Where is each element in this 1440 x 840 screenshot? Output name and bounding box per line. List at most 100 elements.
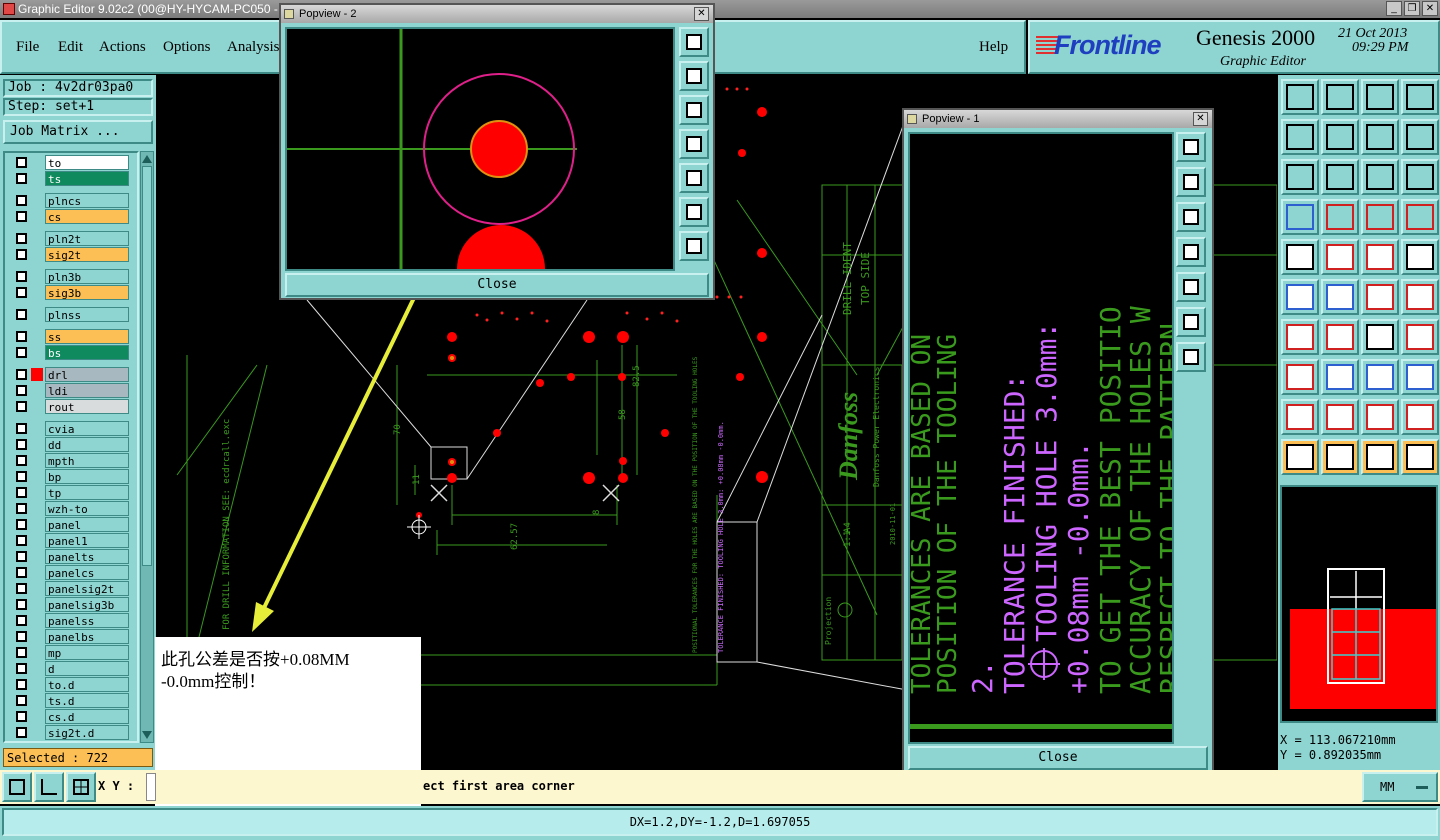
move-button[interactable]	[1361, 279, 1399, 315]
layer-name[interactable]: wzh-to	[45, 501, 129, 516]
layer-name[interactable]: to	[45, 155, 129, 170]
layer-name[interactable]: panelcs	[45, 565, 129, 580]
measure-button[interactable]	[1361, 239, 1399, 275]
layer-row[interactable]: mpth	[11, 453, 129, 468]
menu-file[interactable]: File	[16, 39, 39, 56]
layer-row[interactable]: cs.d	[11, 709, 129, 724]
ruler-button[interactable]	[1281, 199, 1319, 235]
popview-2-zoom-in-button[interactable]	[679, 197, 709, 227]
triangle-box-button[interactable]	[1361, 399, 1399, 435]
popview-2-zoom-area-button[interactable]	[679, 27, 709, 57]
merge-button[interactable]	[1401, 359, 1439, 395]
layer-name[interactable]: panelts	[45, 549, 129, 564]
layer-checkbox[interactable]	[16, 439, 27, 450]
layer-checkbox[interactable]	[16, 233, 27, 244]
layer-row[interactable]: sig2t.d	[11, 725, 129, 740]
layer-row[interactable]: rout	[11, 399, 129, 414]
pan-down-button[interactable]	[1321, 79, 1359, 115]
layer-checkbox[interactable]	[16, 727, 27, 738]
layer-row[interactable]: mp	[11, 645, 129, 660]
snap-pad-button[interactable]	[1321, 199, 1359, 235]
layer-name[interactable]: pln2t	[45, 231, 129, 246]
layer-checkbox[interactable]	[16, 347, 27, 358]
layer-row[interactable]: panel1	[11, 533, 129, 548]
layer-checkbox[interactable]	[16, 331, 27, 342]
layer-name[interactable]: panel	[45, 517, 129, 532]
pan-up-button[interactable]	[1281, 79, 1319, 115]
menu-edit[interactable]: Edit	[58, 39, 83, 56]
layer-name[interactable]: plncs	[45, 193, 129, 208]
layer-checkbox[interactable]	[16, 567, 27, 578]
layer-name[interactable]: panelsig2t	[45, 581, 129, 596]
delete-button[interactable]	[1321, 279, 1359, 315]
snap-button[interactable]	[66, 772, 96, 802]
layer-row[interactable]: tp	[11, 485, 129, 500]
layer-row[interactable]: wzh-to	[11, 501, 129, 516]
home-button[interactable]	[1361, 79, 1399, 115]
layer-row[interactable]: to	[11, 155, 129, 170]
layer-checkbox[interactable]	[16, 287, 27, 298]
layer-name[interactable]: cs.d	[45, 709, 129, 724]
slope-button[interactable]	[1321, 319, 1359, 355]
pan-right-button[interactable]	[1321, 119, 1359, 155]
layer-row[interactable]: bp	[11, 469, 129, 484]
layer-checkbox[interactable]	[16, 471, 27, 482]
close-icon[interactable]: ✕	[1193, 112, 1208, 126]
layer-name[interactable]: plnss	[45, 307, 129, 322]
layer-row[interactable]: panelsig2t	[11, 581, 129, 596]
layer-checkbox[interactable]	[16, 369, 27, 380]
move-alt-button[interactable]	[1401, 279, 1439, 315]
angle-button[interactable]	[1281, 319, 1319, 355]
layer-name[interactable]: panelss	[45, 613, 129, 628]
menu-help[interactable]: Help	[979, 39, 1008, 56]
layer-row[interactable]: sig3b	[11, 285, 129, 300]
layer-name[interactable]: ts.d	[45, 693, 129, 708]
scroll-up-icon[interactable]	[142, 153, 152, 163]
triangle-line-button[interactable]	[1321, 399, 1359, 435]
layer-row[interactable]: to.d	[11, 677, 129, 692]
layer-row[interactable]: ts	[11, 171, 129, 186]
layer-row[interactable]: pln3b	[11, 269, 129, 284]
popview-1-pan-down-button[interactable]	[1176, 202, 1206, 232]
layer-checkbox[interactable]	[16, 423, 27, 434]
layer-row[interactable]: ldi	[11, 383, 129, 398]
layer-row[interactable]: ts.d	[11, 693, 129, 708]
layer-row[interactable]: pln2t	[11, 231, 129, 246]
layer-name[interactable]: sig2t.d	[45, 725, 129, 740]
measure-button[interactable]	[34, 772, 64, 802]
layer-checkbox[interactable]	[16, 631, 27, 642]
scroll-thumb[interactable]	[142, 166, 152, 566]
popview-2-close-button[interactable]: Close	[285, 273, 709, 297]
fit-button[interactable]	[1281, 159, 1319, 195]
popview-1-pan-left-button[interactable]	[1176, 237, 1206, 267]
resize-button[interactable]	[1361, 359, 1399, 395]
layer-name[interactable]: rout	[45, 399, 129, 414]
layer-row[interactable]: panelts	[11, 549, 129, 564]
select-path-button[interactable]	[1401, 439, 1439, 475]
pan-left-button[interactable]	[1281, 119, 1319, 155]
layer-name[interactable]: tp	[45, 485, 129, 500]
layer-row[interactable]: cs	[11, 209, 129, 224]
layer-row[interactable]: dd	[11, 437, 129, 452]
xy-input[interactable]	[146, 773, 156, 801]
popview-1-view[interactable]: TOLERANCES ARE BASED ON POSITION OF THE …	[908, 132, 1174, 744]
select-net-button[interactable]	[1361, 439, 1399, 475]
popview-2-zoom-out-button[interactable]	[679, 231, 709, 261]
layer-name[interactable]: ts	[45, 171, 129, 186]
fit-width-button[interactable]	[1361, 119, 1399, 155]
layer-checkbox[interactable]	[16, 173, 27, 184]
layer-row[interactable]: panel	[11, 517, 129, 532]
maximize-icon[interactable]: ❐	[1404, 1, 1420, 16]
layer-checkbox[interactable]	[16, 157, 27, 168]
overview-map[interactable]	[1280, 485, 1438, 723]
layer-name[interactable]: mp	[45, 645, 129, 660]
flip-button[interactable]	[1401, 319, 1439, 355]
layer-row[interactable]: plnss	[11, 307, 129, 322]
layer-checkbox[interactable]	[16, 615, 27, 626]
layer-row[interactable]: d	[11, 661, 129, 676]
layer-checkbox[interactable]	[16, 309, 27, 320]
draw-line-button[interactable]	[1321, 239, 1359, 275]
layer-name[interactable]: panel1	[45, 533, 129, 548]
layer-row[interactable]: cvia	[11, 421, 129, 436]
layer-red-button[interactable]	[1361, 199, 1399, 235]
